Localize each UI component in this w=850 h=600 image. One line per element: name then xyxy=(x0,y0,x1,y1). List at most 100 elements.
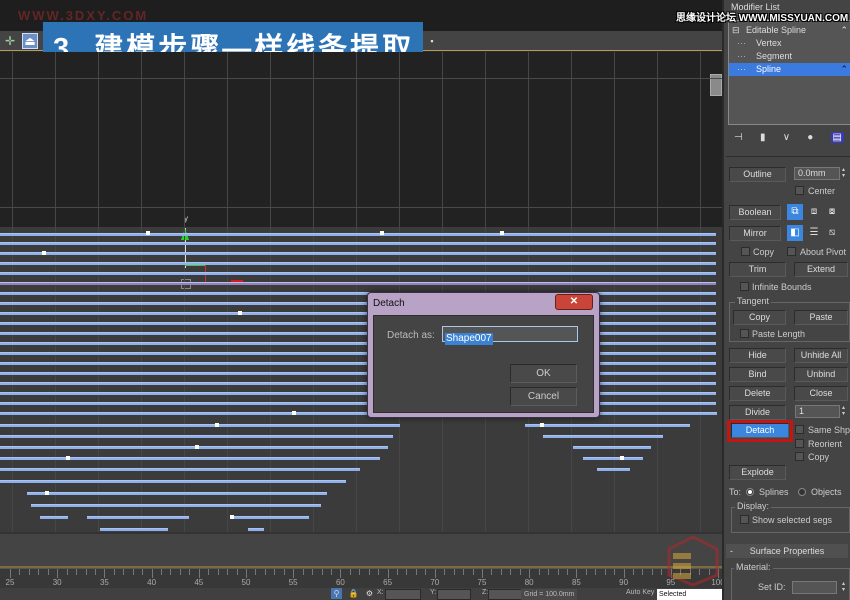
hide-button[interactable]: Hide xyxy=(729,348,786,363)
spline-strip[interactable] xyxy=(31,504,321,507)
stack-item-segment[interactable]: ⋯ Segment xyxy=(729,50,850,63)
modifier-stack[interactable]: ⊟ Editable Spline ⌃ ⋯ Vertex ⋯ Segment ⋯… xyxy=(728,20,850,125)
delete-button[interactable]: Delete xyxy=(729,386,786,401)
subtraction-icon[interactable]: ⧈ xyxy=(806,204,822,220)
spline-vertex[interactable] xyxy=(42,251,46,255)
spline-vertex[interactable] xyxy=(146,231,150,235)
pin-stack-icon[interactable]: ⊣ xyxy=(734,132,743,143)
spline-strip[interactable] xyxy=(0,302,716,305)
spline-strip[interactable] xyxy=(583,457,643,460)
make-unique-icon[interactable]: ∨ xyxy=(783,132,790,143)
spline-vertex[interactable] xyxy=(66,456,70,460)
spline-strip[interactable] xyxy=(0,362,716,365)
infinite-bounds-checkbox[interactable] xyxy=(740,282,749,291)
spline-strip[interactable] xyxy=(27,492,327,495)
show-end-result-icon[interactable]: ▮ xyxy=(760,132,766,143)
union-icon[interactable]: ⧉ xyxy=(787,204,803,220)
same-shp-checkbox[interactable] xyxy=(795,425,804,434)
detach-copy-checkbox[interactable] xyxy=(795,452,804,461)
spline-vertex[interactable] xyxy=(500,231,504,235)
objects-radio[interactable] xyxy=(798,488,806,496)
spline-strip[interactable] xyxy=(525,424,690,427)
absolute-mode-icon[interactable]: ⚙ xyxy=(364,588,375,599)
spline-strip[interactable] xyxy=(0,242,716,245)
isolate-selection-icon[interactable]: ⚲ xyxy=(331,588,342,599)
spline-strip[interactable] xyxy=(597,468,630,471)
unhide-all-button[interactable]: Unhide All xyxy=(794,348,848,363)
track-bar[interactable] xyxy=(0,532,722,568)
bind-button[interactable]: Bind xyxy=(729,367,786,382)
spline-strip[interactable] xyxy=(40,516,68,519)
tangent-copy-button[interactable]: Copy xyxy=(733,310,786,325)
tangent-paste-button[interactable]: Paste xyxy=(794,310,848,325)
spline-vertex[interactable] xyxy=(380,231,384,235)
spline-strip[interactable] xyxy=(0,342,716,345)
detach-as-input[interactable]: Shape007 xyxy=(442,326,578,345)
spline-strip[interactable] xyxy=(87,516,189,519)
spline-strip[interactable] xyxy=(0,262,716,265)
selection-lock-icon[interactable]: 🔒 xyxy=(348,588,359,599)
light-bulb-icon[interactable]: ⌃ xyxy=(840,24,848,37)
splines-radio[interactable] xyxy=(746,488,754,496)
spline-strip[interactable] xyxy=(0,424,400,427)
spline-strip[interactable] xyxy=(0,282,716,285)
spline-strip[interactable] xyxy=(0,446,388,449)
configure-sets-icon[interactable]: ▤ xyxy=(830,131,844,143)
divide-button[interactable]: Divide xyxy=(729,405,786,420)
spline-strip[interactable] xyxy=(573,446,651,449)
move-icon[interactable]: ✛ xyxy=(2,33,18,49)
stack-item-spline[interactable]: ⋯ Spline ⌃ xyxy=(729,63,850,76)
intersection-icon[interactable]: ⧇ xyxy=(824,204,840,220)
collapse-icon[interactable]: ⊟ xyxy=(732,24,740,37)
stack-item-editable-spline[interactable]: ⊟ Editable Spline ⌃ xyxy=(729,24,850,37)
spline-vertex[interactable] xyxy=(230,515,234,519)
z-coordinate-field[interactable] xyxy=(488,589,522,600)
center-checkbox[interactable] xyxy=(795,186,804,195)
timeline-ruler[interactable]: 25 30 35 40 45 50 55 60 65 70 75 80 85 90 95 100 xyxy=(0,568,757,588)
set-id-spinner[interactable] xyxy=(792,581,837,594)
collapse-icon[interactable]: - xyxy=(730,544,733,558)
spline-vertex[interactable] xyxy=(540,423,544,427)
spline-strip[interactable] xyxy=(0,435,393,438)
cancel-button[interactable]: Cancel xyxy=(510,387,577,406)
boolean-button[interactable]: Boolean xyxy=(729,205,781,220)
ok-button[interactable]: OK xyxy=(510,364,577,383)
explode-button[interactable]: Explode xyxy=(729,465,786,480)
spline-strip[interactable] xyxy=(0,332,716,335)
extend-button[interactable]: Extend xyxy=(794,262,848,277)
spline-vertex[interactable] xyxy=(620,456,624,460)
spline-strip[interactable] xyxy=(0,352,716,355)
spline-strip[interactable] xyxy=(0,412,405,415)
remove-modifier-icon[interactable]: ● xyxy=(807,132,813,143)
close-icon[interactable]: ✕ xyxy=(555,294,593,310)
mirror-horizontal-icon[interactable]: ◧ xyxy=(787,225,803,241)
spline-vertex[interactable] xyxy=(45,491,49,495)
spline-strip[interactable] xyxy=(0,457,380,460)
spline-strip[interactable] xyxy=(0,292,716,295)
spline-strip[interactable] xyxy=(0,402,716,405)
x-coordinate-field[interactable] xyxy=(385,589,421,600)
key-filter-select[interactable]: Selected xyxy=(657,589,722,600)
close-button[interactable]: Close xyxy=(794,386,848,401)
spline-strip[interactable] xyxy=(0,392,716,395)
gizmo-xy-plane[interactable] xyxy=(185,265,205,266)
spline-strip[interactable] xyxy=(248,528,264,531)
stack-item-vertex[interactable]: ⋯ Vertex xyxy=(729,37,850,50)
spline-strip[interactable] xyxy=(0,322,716,325)
paste-length-checkbox[interactable] xyxy=(740,329,749,338)
show-selected-segs-checkbox[interactable] xyxy=(740,515,749,524)
spline-vertex[interactable] xyxy=(195,445,199,449)
spline-strip[interactable] xyxy=(0,480,346,483)
spline-strip[interactable] xyxy=(0,382,716,385)
spinner-arrows-icon[interactable]: ▴ ▾ xyxy=(842,581,848,594)
mirror-vertical-icon[interactable]: ☰ xyxy=(806,225,822,241)
spline-strip[interactable] xyxy=(0,272,716,275)
y-coordinate-field[interactable] xyxy=(437,589,471,600)
viewport-toggle-icon[interactable]: ⏏ xyxy=(22,33,38,49)
spline-strip[interactable] xyxy=(0,312,716,315)
spinner-arrows-icon[interactable]: ▴ ▾ xyxy=(842,167,848,180)
spline-strip[interactable] xyxy=(231,516,309,519)
spinner-arrows-icon[interactable]: ▴ ▾ xyxy=(842,405,848,418)
mirror-both-icon[interactable]: ⧅ xyxy=(824,225,840,241)
mirror-button[interactable]: Mirror xyxy=(729,226,781,241)
